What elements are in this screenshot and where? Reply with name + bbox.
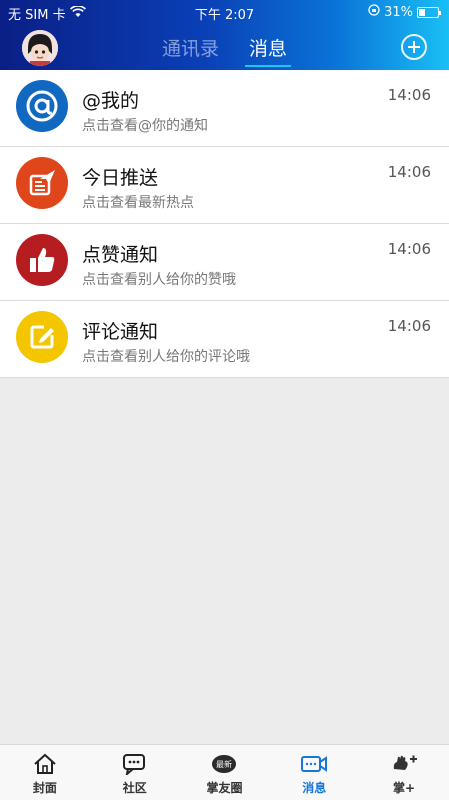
item-subtitle: 点击查看别人给你的赞哦: [82, 272, 236, 288]
item-time: 14:06: [387, 86, 431, 104]
top-header: 无 SIM 卡 下午 2:07 31% 通讯录 消息: [0, 0, 449, 70]
home-icon: [31, 751, 59, 777]
list-item-likes[interactable]: 点赞通知 点击查看别人给你的赞哦 14:06: [0, 224, 449, 301]
edit-icon: [16, 311, 68, 363]
tabbar-label: 封面: [32, 781, 57, 795]
tab-contacts[interactable]: 通讯录: [162, 34, 219, 61]
tabbar-label: 消息: [302, 781, 327, 795]
tabbar-label: 社区: [122, 781, 147, 795]
tab-messages[interactable]: 消息: [245, 34, 292, 67]
item-title: 点赞通知: [82, 244, 159, 266]
video-message-icon: [300, 751, 328, 777]
paper-plane-icon: [16, 157, 68, 209]
item-title: 评论通知: [82, 321, 159, 343]
item-title: @我的: [82, 90, 140, 112]
battery-icon: [417, 6, 441, 18]
status-right: 31%: [368, 4, 441, 20]
item-time: 14:06: [387, 163, 431, 181]
item-time: 14:06: [387, 240, 431, 258]
thumbs-up-icon: [16, 234, 68, 286]
item-subtitle: 点击查看最新热点: [82, 195, 194, 211]
item-time: 14:06: [387, 317, 431, 335]
list-item-comments[interactable]: 评论通知 点击查看别人给你的评论哦 14:06: [0, 301, 449, 378]
tabbar-item-friends-circle[interactable]: 最新 掌友圈: [180, 745, 270, 800]
circle-logo-icon: 最新: [210, 751, 238, 777]
rotation-lock-icon: [368, 4, 380, 20]
tabbar-item-messages[interactable]: 消息: [269, 745, 359, 800]
tabbar-item-cover[interactable]: 封面: [0, 745, 90, 800]
status-bar: 无 SIM 卡 下午 2:07 31%: [0, 0, 449, 24]
item-subtitle: 点击查看别人给你的评论哦: [82, 349, 250, 365]
battery-percent: 31%: [384, 4, 413, 20]
item-title: 今日推送: [82, 167, 159, 189]
header-tabs: 通讯录 消息: [0, 34, 449, 67]
hand-plus-icon: [390, 751, 418, 777]
item-subtitle: 点击查看@你的通知: [82, 118, 208, 134]
tabbar-label: 掌+: [393, 781, 416, 795]
list-item-daily-push[interactable]: 今日推送 点击查看最新热点 14:06: [0, 147, 449, 224]
tabbar-item-community[interactable]: 社区: [90, 745, 180, 800]
add-button[interactable]: [401, 34, 427, 60]
logo-text: 最新: [216, 759, 232, 769]
chat-icon: [121, 751, 149, 777]
message-list: @我的 点击查看@你的通知 14:06 今日推送 点击查看最新热点 14:06 …: [0, 70, 449, 378]
tabbar-item-plus[interactable]: 掌+: [359, 745, 449, 800]
list-item-mentions[interactable]: @我的 点击查看@你的通知 14:06: [0, 70, 449, 147]
bottom-tabbar: 封面 社区 最新 掌友圈 消息 掌+: [0, 744, 449, 800]
at-icon: [16, 80, 68, 132]
tabbar-label: 掌友圈: [206, 781, 243, 795]
